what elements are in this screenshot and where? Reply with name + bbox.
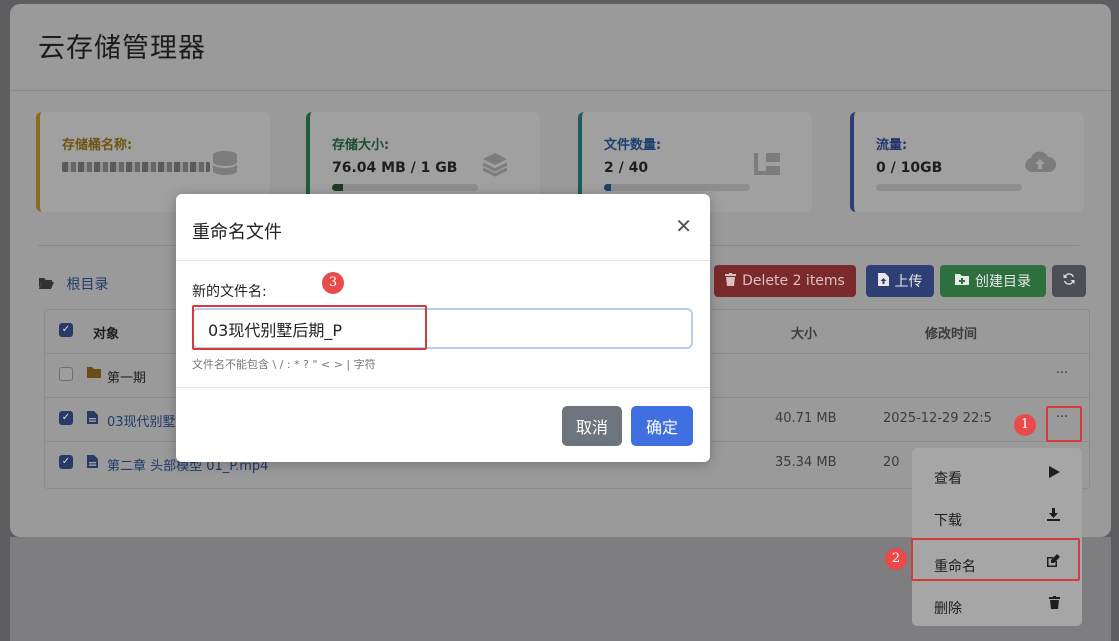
trash-icon bbox=[1049, 596, 1060, 613]
create-folder-label: 创建目录 bbox=[975, 274, 1031, 290]
row-checkbox[interactable]: ✓ bbox=[59, 411, 73, 425]
menu-item-delete[interactable]: 删除 bbox=[912, 586, 1082, 626]
row-checkbox[interactable]: ✓ bbox=[59, 455, 73, 469]
select-all-checkbox[interactable]: ✓ bbox=[59, 323, 73, 337]
file-icon bbox=[87, 455, 98, 472]
file-icon bbox=[87, 411, 98, 428]
header-object: 对象 bbox=[93, 327, 120, 342]
folder-icon bbox=[87, 367, 101, 382]
title-divider bbox=[10, 90, 1111, 91]
bucket-name-redacted bbox=[62, 162, 210, 172]
menu-item-view[interactable]: 查看 bbox=[912, 456, 1082, 496]
dialog-title: 重命名文件 bbox=[192, 222, 282, 243]
new-filename-input[interactable] bbox=[192, 308, 693, 349]
card-files-label: 文件数量: bbox=[604, 138, 662, 153]
step-badge-1: 1 bbox=[1014, 414, 1036, 436]
card-traffic-value: 0 / 10GB bbox=[876, 160, 943, 176]
storage-progress-fill bbox=[332, 184, 343, 191]
card-bucket-label: 存储桶名称: bbox=[62, 138, 133, 153]
dialog-header-divider bbox=[176, 260, 710, 261]
breadcrumb-root[interactable]: 根目录 bbox=[66, 277, 108, 293]
row-checkbox[interactable] bbox=[59, 367, 73, 381]
upload-button[interactable]: 上传 bbox=[866, 265, 934, 297]
row-size: 40.71 MB bbox=[775, 411, 837, 426]
delete-selected-label: Delete 2 items bbox=[742, 273, 845, 289]
header-modified: 修改时间 bbox=[925, 327, 978, 342]
download-icon bbox=[1047, 508, 1060, 525]
rename-file-dialog: 重命名文件 ✕ 新的文件名: 3 文件名不能包含 \ / : * ? " < >… bbox=[176, 194, 710, 462]
files-progress-fill bbox=[604, 184, 612, 191]
more-button-highlight bbox=[1046, 406, 1082, 442]
storage-progress-bar bbox=[332, 184, 478, 191]
row-context-menu: 查看 下载 重命名 删除 bbox=[912, 448, 1082, 626]
menu-item-delete-label: 删除 bbox=[934, 601, 962, 617]
app-title: 云存储管理器 bbox=[38, 33, 206, 64]
card-traffic-label: 流量: bbox=[876, 138, 908, 153]
card-storage-label: 存储大小: bbox=[332, 138, 390, 153]
folder-open-icon bbox=[38, 277, 58, 293]
database-icon bbox=[210, 150, 240, 180]
row-more-button[interactable]: ··· bbox=[1049, 363, 1075, 385]
dialog-footer-divider bbox=[176, 387, 710, 388]
rename-item-highlight bbox=[911, 538, 1080, 581]
create-folder-button[interactable]: 创建目录 bbox=[940, 265, 1046, 297]
confirm-button[interactable]: 确定 bbox=[631, 406, 693, 446]
menu-item-view-label: 查看 bbox=[934, 471, 962, 487]
new-filename-label: 新的文件名: bbox=[192, 284, 267, 300]
step-badge-3: 3 bbox=[322, 272, 344, 294]
folder-tree-icon bbox=[752, 150, 782, 180]
breadcrumb: 根目录 bbox=[38, 274, 108, 294]
traffic-progress-bar bbox=[876, 184, 1022, 191]
card-traffic: 流量: 0 / 10GB bbox=[850, 112, 1084, 212]
cancel-button[interactable]: 取消 bbox=[562, 406, 622, 446]
folder-plus-icon bbox=[955, 273, 969, 289]
filename-hint: 文件名不能包含 \ / : * ? " < > | 字符 bbox=[192, 358, 376, 371]
menu-item-download[interactable]: 下载 bbox=[912, 498, 1082, 538]
card-files-value: 2 / 40 bbox=[604, 160, 649, 176]
upload-label: 上传 bbox=[894, 274, 923, 290]
refresh-icon bbox=[1062, 272, 1076, 290]
step-badge-2: 2 bbox=[885, 548, 907, 570]
row-time: 20 bbox=[883, 455, 900, 470]
play-icon bbox=[1049, 466, 1060, 482]
delete-selected-button[interactable]: Delete 2 items bbox=[714, 265, 856, 297]
row-size: 35.34 MB bbox=[775, 455, 837, 470]
refresh-button[interactable] bbox=[1052, 265, 1086, 297]
file-upload-icon bbox=[877, 272, 889, 290]
header-size: 大小 bbox=[791, 327, 818, 342]
layers-icon bbox=[480, 150, 510, 180]
files-progress-bar bbox=[604, 184, 750, 191]
row-name[interactable]: 第一期 bbox=[107, 367, 146, 386]
menu-item-download-label: 下载 bbox=[934, 513, 962, 529]
cloud-upload-icon bbox=[1024, 150, 1057, 180]
close-icon[interactable]: ✕ bbox=[675, 214, 692, 238]
card-storage-value: 76.04 MB / 1 GB bbox=[332, 160, 458, 176]
trash-icon bbox=[725, 272, 737, 290]
